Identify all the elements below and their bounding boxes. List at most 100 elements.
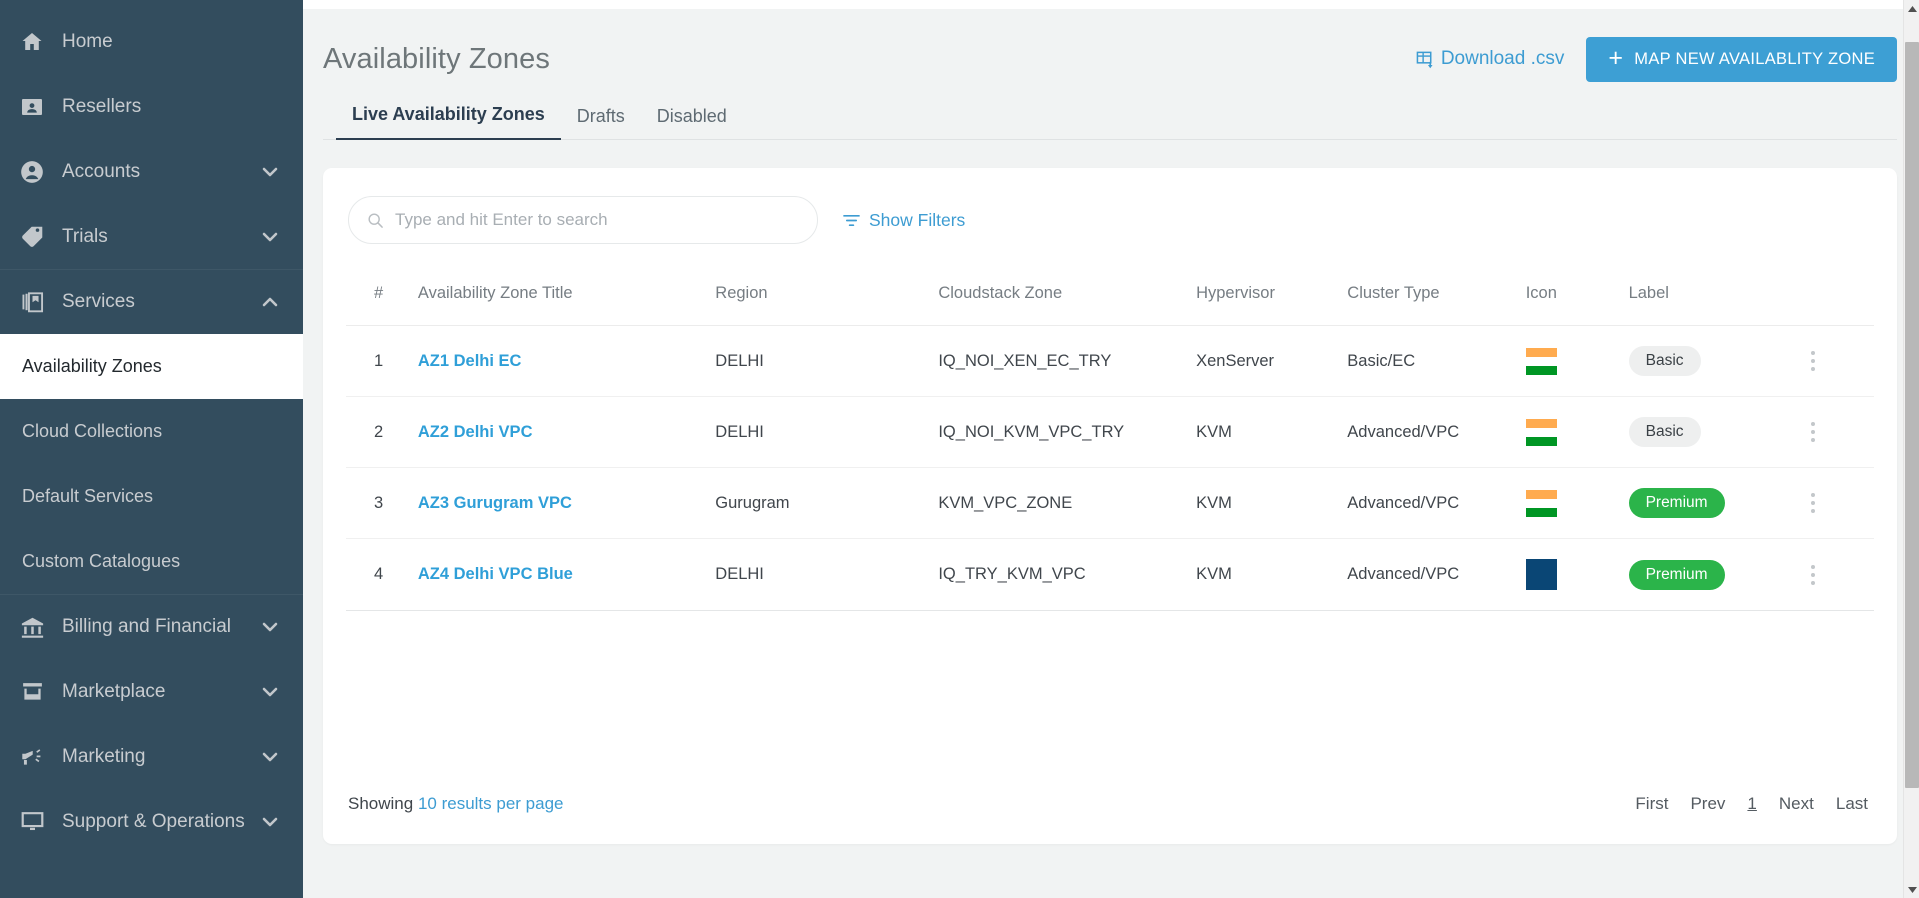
- sidebar-item-label: Accounts: [62, 161, 259, 183]
- sidebar-item-default-services[interactable]: Default Services: [0, 464, 303, 529]
- download-csv-label: Download .csv: [1441, 48, 1565, 70]
- row-cloudstack-zone: IQ_TRY_KVM_VPC: [938, 539, 1196, 611]
- india-flag-icon: [1526, 419, 1557, 446]
- flag-stripe-saffron: [1526, 419, 1557, 428]
- page-header: Availability Zones Download: [323, 9, 1897, 87]
- scrollbar-thumb[interactable]: [1905, 42, 1919, 788]
- row-actions-menu-icon[interactable]: [1800, 419, 1826, 445]
- row-hypervisor: KVM: [1196, 539, 1347, 611]
- row-actions-menu-icon[interactable]: [1800, 562, 1826, 588]
- showing-prefix: Showing: [348, 794, 413, 813]
- pagination-first[interactable]: First: [1635, 794, 1668, 814]
- show-filters-button[interactable]: Show Filters: [843, 210, 965, 231]
- flag-stripe-saffron: [1526, 348, 1557, 357]
- tab-live-availability-zones[interactable]: Live Availability Zones: [336, 94, 561, 140]
- bank-icon: [17, 612, 47, 642]
- vertical-scrollbar[interactable]: [1903, 0, 1919, 898]
- flag-stripe-green: [1526, 508, 1557, 517]
- filter-icon: [843, 213, 860, 228]
- availability-zone-link[interactable]: AZ2 Delhi VPC: [418, 423, 533, 441]
- row-cluster-type: Advanced/VPC: [1347, 539, 1525, 611]
- row-region: Gurugram: [715, 468, 938, 539]
- map-new-availability-zone-button[interactable]: + MAP NEW AVAILABLITY ZONE: [1586, 37, 1897, 82]
- column-header-label: Label: [1629, 272, 1800, 326]
- plus-icon: +: [1608, 46, 1623, 71]
- chevron-down-icon: [259, 161, 281, 183]
- search-box[interactable]: [348, 196, 818, 244]
- column-header-cloudstack-zone: Cloudstack Zone: [938, 272, 1196, 326]
- sidebar-item-billing-and-financial[interactable]: Billing and Financial: [0, 594, 303, 659]
- chevron-down-icon: [259, 616, 281, 638]
- sidebar-item-services[interactable]: Services: [0, 269, 303, 334]
- home-icon: [17, 27, 47, 57]
- flag-stripe-white: [1526, 428, 1557, 437]
- india-flag-icon: [1526, 348, 1557, 375]
- sidebar-item-support-and-operations[interactable]: Support & Operations: [0, 789, 303, 854]
- row-actions-menu-icon[interactable]: [1800, 490, 1826, 516]
- row-number: 1: [346, 326, 418, 397]
- row-number: 4: [346, 539, 418, 611]
- megaphone-icon: [17, 742, 47, 772]
- app-root: Home Resellers Accounts Trials: [0, 0, 1919, 898]
- row-region: DELHI: [715, 326, 938, 397]
- row-cluster-type: Basic/EC: [1347, 326, 1525, 397]
- row-actions-menu-icon[interactable]: [1800, 348, 1826, 374]
- pagination-next[interactable]: Next: [1779, 794, 1814, 814]
- sidebar-item-cloud-collections[interactable]: Cloud Collections: [0, 399, 303, 464]
- tab-drafts[interactable]: Drafts: [561, 96, 641, 140]
- status-badge: Basic: [1629, 346, 1701, 376]
- sidebar-item-label: Billing and Financial: [62, 616, 259, 638]
- tab-label: Live Availability Zones: [352, 104, 545, 124]
- sidebar-item-home[interactable]: Home: [0, 9, 303, 74]
- sidebar-item-marketing[interactable]: Marketing: [0, 724, 303, 789]
- sidebar-item-label: Home: [62, 31, 281, 53]
- chevron-down-icon: [259, 226, 281, 248]
- pagination-prev[interactable]: Prev: [1690, 794, 1725, 814]
- availability-zone-link[interactable]: AZ1 Delhi EC: [418, 352, 522, 370]
- scroll-down-arrow-icon[interactable]: [1904, 881, 1919, 898]
- availability-zone-link[interactable]: AZ3 Gurugram VPC: [418, 494, 572, 512]
- row-cloudstack-zone: KVM_VPC_ZONE: [938, 468, 1196, 539]
- main-content: Availability Zones Download: [303, 0, 1919, 898]
- tab-label: Drafts: [577, 106, 625, 126]
- table-row: 1 AZ1 Delhi EC DELHI IQ_NOI_XEN_EC_TRY X…: [346, 326, 1874, 397]
- tab-label: Disabled: [657, 106, 727, 126]
- header-actions: Download .csv + MAP NEW AVAILABLITY ZONE: [1416, 37, 1897, 82]
- results-per-page-link[interactable]: 10 results per page: [418, 794, 564, 813]
- pagination-page-1[interactable]: 1: [1747, 794, 1756, 814]
- sidebar-item-label: Marketplace: [62, 681, 259, 703]
- row-region: DELHI: [715, 397, 938, 468]
- map-new-availability-zone-label: MAP NEW AVAILABLITY ZONE: [1634, 50, 1875, 69]
- table-row: 2 AZ2 Delhi VPC DELHI IQ_NOI_KVM_VPC_TRY…: [346, 397, 1874, 468]
- sidebar-item-custom-catalogues[interactable]: Custom Catalogues: [0, 529, 303, 594]
- column-header-hypervisor: Hypervisor: [1196, 272, 1347, 326]
- column-header-actions: [1800, 272, 1874, 326]
- sidebar-item-label: Marketing: [62, 746, 259, 768]
- flag-stripe-saffron: [1526, 490, 1557, 499]
- row-cloudstack-zone: IQ_NOI_XEN_EC_TRY: [938, 326, 1196, 397]
- row-hypervisor: KVM: [1196, 468, 1347, 539]
- row-number: 2: [346, 397, 418, 468]
- table-row: 4 AZ4 Delhi VPC Blue DELHI IQ_TRY_KVM_VP…: [346, 539, 1874, 611]
- pagination-last[interactable]: Last: [1836, 794, 1868, 814]
- column-header-region: Region: [715, 272, 938, 326]
- sidebar-item-marketplace[interactable]: Marketplace: [0, 659, 303, 724]
- flag-stripe-white: [1526, 499, 1557, 508]
- show-filters-label: Show Filters: [869, 210, 965, 231]
- sidebar-subitem-label: Custom Catalogues: [22, 551, 180, 572]
- scroll-up-arrow-icon[interactable]: [1904, 0, 1919, 17]
- tab-disabled[interactable]: Disabled: [641, 96, 743, 140]
- tag-icon: [17, 222, 47, 252]
- row-hypervisor: KVM: [1196, 397, 1347, 468]
- sidebar-item-trials[interactable]: Trials: [0, 204, 303, 269]
- sidebar-item-resellers[interactable]: Resellers: [0, 74, 303, 139]
- search-icon: [367, 212, 384, 229]
- store-icon: [17, 677, 47, 707]
- column-header-title: Availability Zone Title: [418, 272, 715, 326]
- sidebar-item-availability-zones[interactable]: Availability Zones: [0, 334, 303, 399]
- download-csv-button[interactable]: Download .csv: [1416, 48, 1565, 70]
- sidebar-item-accounts[interactable]: Accounts: [0, 139, 303, 204]
- availability-zone-link[interactable]: AZ4 Delhi VPC Blue: [418, 565, 573, 583]
- monitor-icon: [17, 807, 47, 837]
- search-input[interactable]: [395, 210, 799, 230]
